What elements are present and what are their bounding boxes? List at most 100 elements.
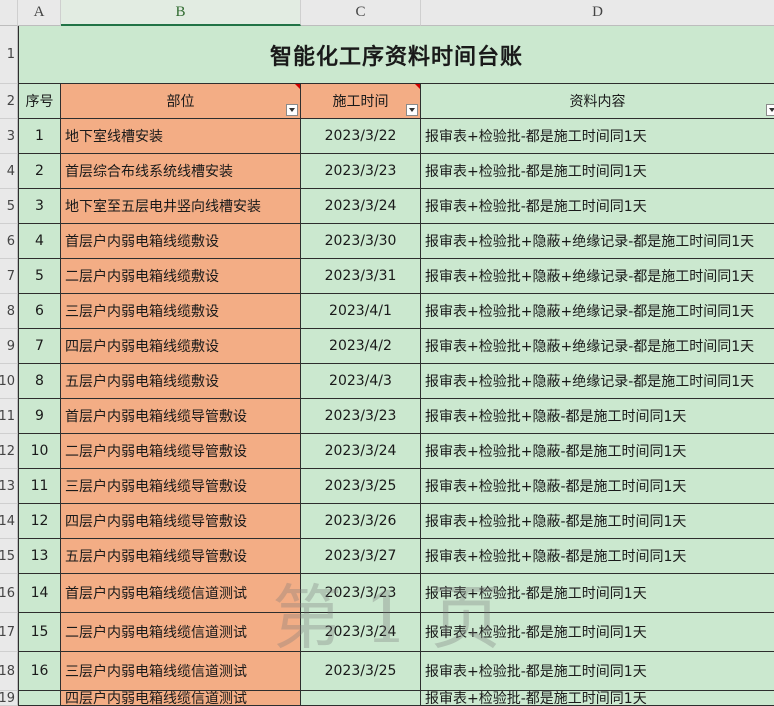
cell-content[interactable]: 报审表+检验批-都是施工时间同1天 bbox=[421, 119, 774, 154]
cell-time[interactable]: 2023/3/23 bbox=[301, 154, 421, 189]
cell-part[interactable]: 四层户内弱电箱线缆导管敷设 bbox=[61, 504, 301, 539]
column-header-d[interactable]: D bbox=[421, 0, 774, 26]
header-content[interactable]: 资料内容 bbox=[421, 84, 774, 119]
sheet-title[interactable]: 智能化工序资料时间台账 bbox=[19, 26, 774, 84]
cell-content[interactable]: 报审表+检验批+隐蔽-都是施工时间同1天 bbox=[421, 469, 774, 504]
cell-seq[interactable]: 4 bbox=[19, 224, 61, 259]
cell-seq[interactable]: 2 bbox=[19, 154, 61, 189]
row-header[interactable]: 7 bbox=[0, 259, 18, 294]
cell-content[interactable]: 报审表+检验批-都是施工时间同1天 bbox=[421, 189, 774, 224]
cell-content[interactable]: 报审表+检验批-都是施工时间同1天 bbox=[421, 691, 774, 706]
cell-content[interactable]: 报审表+检验批-都是施工时间同1天 bbox=[421, 652, 774, 691]
cell-content[interactable]: 报审表+检验批+隐蔽-都是施工时间同1天 bbox=[421, 504, 774, 539]
row-header[interactable]: 2 bbox=[0, 84, 18, 119]
cell-part[interactable]: 地下室线槽安装 bbox=[61, 119, 301, 154]
cell-time[interactable]: 2023/3/23 bbox=[301, 574, 421, 613]
cell-time[interactable]: 2023/3/24 bbox=[301, 189, 421, 224]
row-header[interactable]: 9 bbox=[0, 329, 18, 364]
cell-seq[interactable]: 5 bbox=[19, 259, 61, 294]
cell-time[interactable] bbox=[301, 691, 421, 706]
row-header[interactable]: 17 bbox=[0, 613, 18, 652]
column-header-b[interactable]: B bbox=[61, 0, 301, 26]
cell-part[interactable]: 五层户内弱电箱线缆敷设 bbox=[61, 364, 301, 399]
cell-part[interactable]: 二层户内弱电箱线缆导管敷设 bbox=[61, 434, 301, 469]
cell-part[interactable]: 三层户内弱电箱线缆导管敷设 bbox=[61, 469, 301, 504]
cell-seq[interactable]: 14 bbox=[19, 574, 61, 613]
cell-time[interactable]: 2023/3/25 bbox=[301, 469, 421, 504]
cell-part[interactable]: 地下室至五层电井竖向线槽安装 bbox=[61, 189, 301, 224]
cell-content[interactable]: 报审表+检验批+隐蔽-都是施工时间同1天 bbox=[421, 434, 774, 469]
cell-part[interactable]: 五层户内弱电箱线缆导管敷设 bbox=[61, 539, 301, 574]
cell-seq[interactable] bbox=[19, 691, 61, 706]
filter-dropdown-part-icon[interactable] bbox=[286, 104, 298, 116]
row-header[interactable]: 8 bbox=[0, 294, 18, 329]
cell-part[interactable]: 首层户内弱电箱线缆信道测试 bbox=[61, 574, 301, 613]
cell-seq[interactable]: 6 bbox=[19, 294, 61, 329]
select-all-corner[interactable] bbox=[0, 0, 18, 26]
row-header[interactable]: 19 bbox=[0, 691, 18, 706]
cell-seq[interactable]: 1 bbox=[19, 119, 61, 154]
row-header[interactable]: 3 bbox=[0, 119, 18, 154]
cell-time[interactable]: 2023/4/3 bbox=[301, 364, 421, 399]
cell-time[interactable]: 2023/3/24 bbox=[301, 434, 421, 469]
cell-part[interactable]: 二层户内弱电箱线缆信道测试 bbox=[61, 613, 301, 652]
cell-content[interactable]: 报审表+检验批+隐蔽+绝缘记录-都是施工时间同1天 bbox=[421, 364, 774, 399]
cell-time[interactable]: 2023/3/23 bbox=[301, 399, 421, 434]
cell-seq[interactable]: 11 bbox=[19, 469, 61, 504]
cell-part[interactable]: 首层综合布线系统线槽安装 bbox=[61, 154, 301, 189]
cell-part[interactable]: 四层户内弱电箱线缆信道测试 bbox=[61, 691, 301, 706]
column-header-a[interactable]: A bbox=[18, 0, 61, 26]
cell-time[interactable]: 2023/3/22 bbox=[301, 119, 421, 154]
cell-part[interactable]: 首层户内弱电箱线缆敷设 bbox=[61, 224, 301, 259]
cell-content[interactable]: 报审表+检验批+隐蔽+绝缘记录-都是施工时间同1天 bbox=[421, 224, 774, 259]
cell-part[interactable]: 三层户内弱电箱线缆敷设 bbox=[61, 294, 301, 329]
cell-seq[interactable]: 10 bbox=[19, 434, 61, 469]
cell-content[interactable]: 报审表+检验批+隐蔽+绝缘记录-都是施工时间同1天 bbox=[421, 294, 774, 329]
row-header[interactable]: 10 bbox=[0, 364, 18, 399]
cell-seq[interactable]: 12 bbox=[19, 504, 61, 539]
filter-dropdown-time-icon[interactable] bbox=[406, 104, 418, 116]
row-header[interactable]: 12 bbox=[0, 434, 18, 469]
cell-time[interactable]: 2023/3/27 bbox=[301, 539, 421, 574]
cell-seq[interactable]: 3 bbox=[19, 189, 61, 224]
cell-seq[interactable]: 7 bbox=[19, 329, 61, 364]
row-header[interactable]: 18 bbox=[0, 652, 18, 691]
cell-seq[interactable]: 15 bbox=[19, 613, 61, 652]
cell-content[interactable]: 报审表+检验批-都是施工时间同1天 bbox=[421, 154, 774, 189]
row-header[interactable]: 15 bbox=[0, 539, 18, 574]
cell-time[interactable]: 2023/4/1 bbox=[301, 294, 421, 329]
cell-content[interactable]: 报审表+检验批-都是施工时间同1天 bbox=[421, 613, 774, 652]
cell-content[interactable]: 报审表+检验批+隐蔽+绝缘记录-都是施工时间同1天 bbox=[421, 259, 774, 294]
cell-content[interactable]: 报审表+检验批+隐蔽-都是施工时间同1天 bbox=[421, 539, 774, 574]
row-header[interactable]: 11 bbox=[0, 399, 18, 434]
cell-seq[interactable]: 16 bbox=[19, 652, 61, 691]
header-seq[interactable]: 序号 bbox=[19, 84, 61, 119]
cell-seq[interactable]: 9 bbox=[19, 399, 61, 434]
cell-part[interactable]: 二层户内弱电箱线缆敷设 bbox=[61, 259, 301, 294]
row-header[interactable]: 4 bbox=[0, 154, 18, 189]
filter-dropdown-content-icon[interactable] bbox=[766, 104, 774, 116]
header-part[interactable]: 部位 bbox=[61, 84, 301, 119]
row-header[interactable]: 6 bbox=[0, 224, 18, 259]
cell-time[interactable]: 2023/3/25 bbox=[301, 652, 421, 691]
cell-content[interactable]: 报审表+检验批-都是施工时间同1天 bbox=[421, 574, 774, 613]
cell-content[interactable]: 报审表+检验批+隐蔽-都是施工时间同1天 bbox=[421, 399, 774, 434]
cell-part[interactable]: 三层户内弱电箱线缆信道测试 bbox=[61, 652, 301, 691]
cell-seq[interactable]: 8 bbox=[19, 364, 61, 399]
column-header-c[interactable]: C bbox=[301, 0, 421, 26]
row-header[interactable]: 5 bbox=[0, 189, 18, 224]
row-header[interactable]: 14 bbox=[0, 504, 18, 539]
row-header[interactable]: 13 bbox=[0, 469, 18, 504]
header-time[interactable]: 施工时间 bbox=[301, 84, 421, 119]
cell-part[interactable]: 首层户内弱电箱线缆导管敷设 bbox=[61, 399, 301, 434]
cell-content[interactable]: 报审表+检验批+隐蔽+绝缘记录-都是施工时间同1天 bbox=[421, 329, 774, 364]
row-header[interactable]: 1 bbox=[0, 26, 18, 84]
cell-time[interactable]: 2023/3/24 bbox=[301, 613, 421, 652]
row-header[interactable]: 16 bbox=[0, 574, 18, 613]
cell-time[interactable]: 2023/3/31 bbox=[301, 259, 421, 294]
cell-part[interactable]: 四层户内弱电箱线缆敷设 bbox=[61, 329, 301, 364]
cell-time[interactable]: 2023/3/30 bbox=[301, 224, 421, 259]
cell-time[interactable]: 2023/3/26 bbox=[301, 504, 421, 539]
cell-seq[interactable]: 13 bbox=[19, 539, 61, 574]
cell-time[interactable]: 2023/4/2 bbox=[301, 329, 421, 364]
